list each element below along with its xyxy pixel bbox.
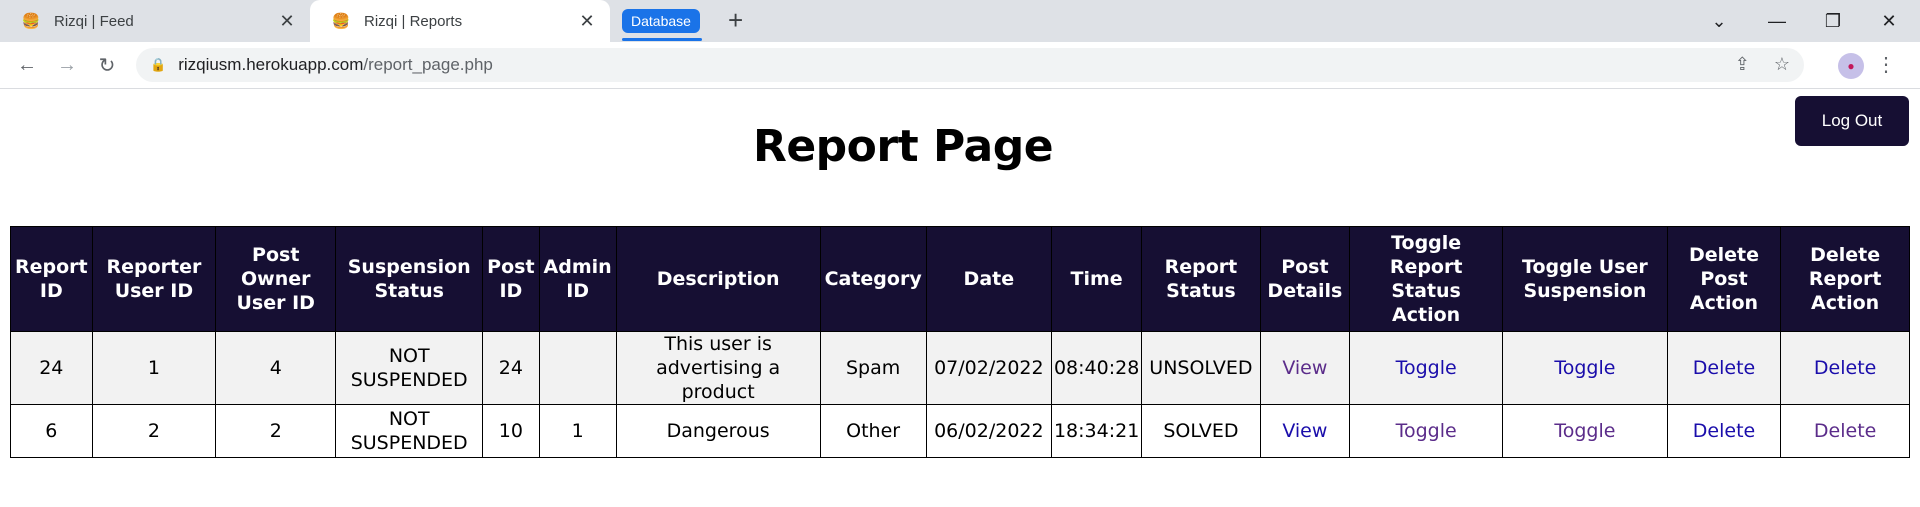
cell-category: Spam bbox=[819, 331, 927, 405]
cell-post-id: 10 bbox=[482, 404, 540, 458]
page-content: Log Out Report Page Report ID Reporter U… bbox=[0, 89, 1920, 507]
cell-toggle-report: Toggle bbox=[1349, 404, 1504, 458]
view-post-link[interactable]: View bbox=[1282, 420, 1327, 442]
url-path: /report_page.php bbox=[363, 55, 493, 74]
new-tab-icon[interactable]: + bbox=[728, 5, 743, 36]
header-report-id: Report ID bbox=[10, 226, 93, 332]
cell-admin-id bbox=[538, 331, 617, 405]
log-out-button[interactable]: Log Out bbox=[1795, 96, 1909, 146]
minimize-icon[interactable]: — bbox=[1754, 0, 1800, 42]
cell-delete-post: Delete bbox=[1666, 404, 1782, 458]
header-toggle-report-status: Toggle Report Status Action bbox=[1349, 226, 1504, 332]
star-icon[interactable]: ☆ bbox=[1774, 54, 1790, 75]
cell-reporter-user-id: 1 bbox=[91, 331, 217, 405]
table-row: 6 2 2 NOT SUSPENDED 10 1 Dangerous Other… bbox=[10, 404, 1910, 458]
cell-admin-id: 1 bbox=[538, 404, 617, 458]
header-admin-id: Admin ID bbox=[538, 226, 617, 332]
cell-post-owner-user-id: 2 bbox=[215, 404, 337, 458]
header-delete-post: Delete Post Action bbox=[1666, 226, 1782, 332]
header-post-id: Post ID bbox=[482, 226, 540, 332]
header-reporter-user-id: Reporter User ID bbox=[91, 226, 217, 332]
restore-icon[interactable]: ❐ bbox=[1810, 0, 1856, 42]
cell-delete-report: Delete bbox=[1780, 331, 1910, 405]
table-header-row: Report ID Reporter User ID Post Owner Us… bbox=[10, 226, 1910, 332]
header-suspension-status: Suspension Status bbox=[335, 226, 484, 332]
cell-toggle-user: Toggle bbox=[1502, 331, 1668, 405]
cell-delete-report: Delete bbox=[1780, 404, 1910, 458]
header-delete-report: Delete Report Action bbox=[1780, 226, 1910, 332]
toggle-user-suspension-link[interactable]: Toggle bbox=[1554, 420, 1615, 442]
cell-report-status: UNSOLVED bbox=[1141, 331, 1261, 405]
window-close-icon[interactable]: ✕ bbox=[1866, 0, 1912, 42]
cell-description: This user is advertising a product bbox=[615, 331, 821, 405]
toggle-report-status-link[interactable]: Toggle bbox=[1396, 357, 1457, 379]
cell-description: Dangerous bbox=[615, 404, 821, 458]
page-title: Report Page bbox=[752, 121, 1054, 172]
tab-group-underline bbox=[622, 38, 702, 41]
url-text: rizqiusm.herokuapp.com/report_page.php bbox=[178, 55, 493, 75]
header-category: Category bbox=[819, 226, 927, 332]
cell-date: 07/02/2022 bbox=[925, 331, 1052, 405]
url-host: rizqiusm.herokuapp.com bbox=[178, 55, 364, 74]
cell-post-id: 24 bbox=[482, 331, 540, 405]
share-icon[interactable]: ⇪ bbox=[1735, 54, 1750, 75]
cell-toggle-report: Toggle bbox=[1349, 331, 1504, 405]
cell-report-id: 24 bbox=[10, 331, 93, 405]
browser-tab-feed[interactable]: 🍔 Rizqi | Feed ✕ bbox=[0, 0, 310, 42]
header-toggle-user-suspension: Toggle User Suspension bbox=[1502, 226, 1668, 332]
burger-favicon-icon: 🍔 bbox=[21, 13, 41, 30]
address-bar[interactable]: 🔒 rizqiusm.herokuapp.com/report_page.php… bbox=[136, 48, 1804, 82]
delete-post-link[interactable]: Delete bbox=[1693, 357, 1755, 379]
view-post-link[interactable]: View bbox=[1282, 357, 1327, 379]
cell-time: 08:40:28 bbox=[1050, 331, 1143, 405]
burger-favicon-icon: 🍔 bbox=[331, 13, 351, 30]
delete-report-link[interactable]: Delete bbox=[1814, 357, 1876, 379]
cell-suspension-status: NOT SUSPENDED bbox=[335, 404, 484, 458]
toggle-user-suspension-link[interactable]: Toggle bbox=[1554, 357, 1615, 379]
cell-date: 06/02/2022 bbox=[925, 404, 1052, 458]
cell-post-details: View bbox=[1259, 404, 1351, 458]
close-icon[interactable]: ✕ bbox=[576, 11, 598, 32]
cell-delete-post: Delete bbox=[1666, 331, 1782, 405]
cell-report-status: SOLVED bbox=[1141, 404, 1261, 458]
cell-post-owner-user-id: 4 bbox=[215, 331, 337, 405]
forward-arrow-icon[interactable]: → bbox=[52, 50, 82, 80]
toggle-report-status-link[interactable]: Toggle bbox=[1396, 420, 1457, 442]
tab-search-chevron-icon[interactable]: ⌄ bbox=[1696, 0, 1742, 42]
header-time: Time bbox=[1050, 226, 1143, 332]
delete-post-link[interactable]: Delete bbox=[1693, 420, 1755, 442]
kebab-menu-icon[interactable]: ⋮ bbox=[1876, 52, 1896, 77]
reload-icon[interactable]: ↻ bbox=[92, 50, 122, 80]
table-row: 24 1 4 NOT SUSPENDED 24 This user is adv… bbox=[10, 331, 1910, 405]
header-report-status: Report Status bbox=[1141, 226, 1261, 332]
tab-title: Rizqi | Feed bbox=[54, 12, 134, 30]
cell-post-details: View bbox=[1259, 331, 1351, 405]
tab-strip: 🍔 Rizqi | Feed ✕ 🍔 Rizqi | Reports ✕ Dat… bbox=[0, 0, 1920, 42]
cell-category: Other bbox=[819, 404, 927, 458]
delete-report-link[interactable]: Delete bbox=[1814, 420, 1876, 442]
cell-report-id: 6 bbox=[10, 404, 93, 458]
header-post-details: Post Details bbox=[1259, 226, 1351, 332]
cell-reporter-user-id: 2 bbox=[91, 404, 217, 458]
header-date: Date bbox=[925, 226, 1052, 332]
tab-group-badge[interactable]: Database bbox=[622, 9, 700, 33]
lock-icon: 🔒 bbox=[150, 57, 167, 72]
tab-title: Rizqi | Reports bbox=[364, 12, 463, 30]
cell-suspension-status: NOT SUSPENDED bbox=[335, 331, 484, 405]
cell-time: 18:34:21 bbox=[1050, 404, 1143, 458]
reports-table: Report ID Reporter User ID Post Owner Us… bbox=[10, 226, 1910, 458]
cell-toggle-user: Toggle bbox=[1502, 404, 1668, 458]
back-arrow-icon[interactable]: ← bbox=[12, 50, 42, 80]
browser-tab-reports[interactable]: 🍔 Rizqi | Reports ✕ bbox=[310, 0, 610, 42]
close-icon[interactable]: ✕ bbox=[276, 11, 298, 32]
header-description: Description bbox=[615, 226, 821, 332]
browser-toolbar: ← → ↻ 🔒 rizqiusm.herokuapp.com/report_pa… bbox=[0, 42, 1920, 89]
header-post-owner-user-id: Post Owner User ID bbox=[215, 226, 337, 332]
profile-avatar-icon[interactable]: ● bbox=[1838, 53, 1864, 79]
